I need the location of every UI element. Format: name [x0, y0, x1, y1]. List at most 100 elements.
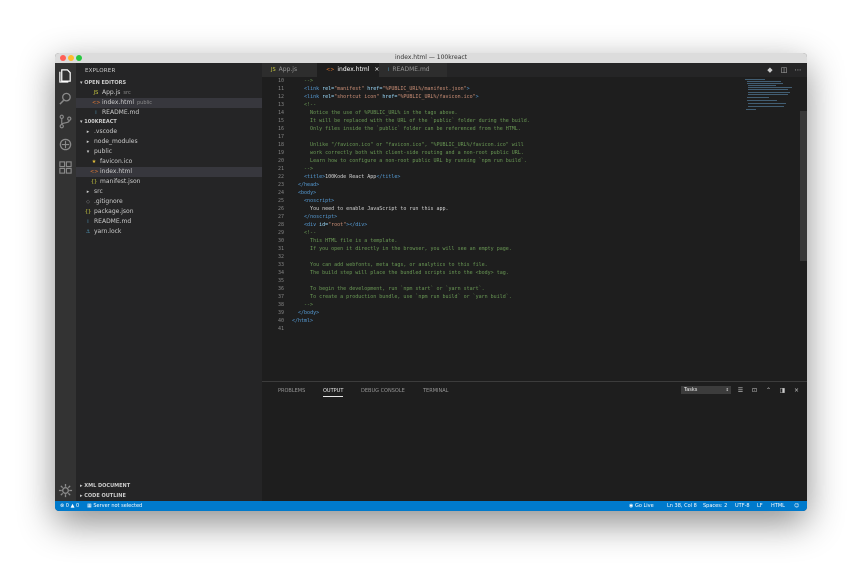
source-control-icon[interactable]	[58, 114, 73, 129]
code-line[interactable]: <div id="root"></div>	[292, 221, 367, 229]
tab-index-html[interactable]: <> index.html ×	[317, 63, 379, 77]
split-panel-icon[interactable]: ◨	[778, 386, 787, 395]
code-line[interactable]: <!--	[292, 101, 316, 109]
line-number: 14	[277, 110, 284, 116]
debug-icon[interactable]	[58, 137, 73, 152]
code-token: "%PUBLIC_URL%/favicon.ico"	[397, 94, 476, 100]
code-area[interactable]: --> <link rel="manifest" href="%PUBLIC_U…	[292, 77, 742, 381]
tree-item[interactable]: ★ favicon.ico	[76, 157, 262, 167]
close-window-button[interactable]	[60, 55, 66, 61]
lock-scroll-icon[interactable]: ⊡	[750, 386, 759, 395]
server-status[interactable]: ▦ Server not selected	[87, 501, 142, 511]
tree-item[interactable]: ▸ .vscode	[76, 127, 262, 137]
code-token: -->	[292, 78, 314, 84]
encoding-status[interactable]: UTF-8	[735, 501, 750, 511]
tree-item[interactable]: {} manifest.json	[76, 177, 262, 187]
code-line[interactable]: You can add webfonts, meta tags, or anal…	[292, 261, 488, 269]
code-token: -->	[292, 166, 314, 172]
go-live-button[interactable]: ◉ Go Live	[629, 501, 654, 511]
problems-status[interactable]: ⊗ 0 ▲ 0	[60, 501, 79, 511]
code-line[interactable]: Notice the use of %PUBLIC_URL% in the ta…	[292, 109, 458, 117]
line-number: 13	[277, 102, 284, 108]
open-editors-header[interactable]: ▾ OPEN EDITORS	[76, 78, 262, 88]
code-line[interactable]: It will be replaced with the URL of the …	[292, 117, 530, 125]
tree-item[interactable]: i README.md	[76, 217, 262, 227]
tree-item-name: manifest.json	[100, 178, 141, 185]
tab-terminal[interactable]: TERMINAL	[423, 386, 448, 396]
code-line[interactable]: To create a production bundle, use `npm …	[292, 293, 512, 301]
code-line[interactable]: <link rel="shortcut icon" href="%PUBLIC_…	[292, 93, 479, 101]
code-token: Unlike "/favicon.ico" or "favicon.ico", …	[292, 142, 524, 148]
tab-output[interactable]: OUTPUT	[323, 386, 344, 397]
line-number: 27	[277, 214, 284, 220]
tree-item[interactable]: ▸ src	[76, 187, 262, 197]
code-line[interactable]: </body>	[292, 309, 319, 317]
code-token: You can add webfonts, meta tags, or anal…	[292, 262, 488, 268]
code-token: <link	[304, 94, 323, 100]
close-icon[interactable]: ×	[792, 386, 801, 395]
code-line[interactable]: </head>	[292, 181, 319, 189]
code-line[interactable]: -->	[292, 165, 313, 173]
project-header[interactable]: ▾ 100KREACT	[76, 117, 262, 127]
code-line[interactable]: <!--	[292, 229, 316, 237]
tree-item[interactable]: ◇ .gitignore	[76, 197, 262, 207]
cursor-position[interactable]: Ln 38, Col 8	[667, 501, 697, 511]
language-mode[interactable]: HTML	[771, 501, 785, 511]
code-line[interactable]: </noscript>	[292, 213, 337, 221]
search-icon[interactable]	[58, 91, 73, 106]
code-editor[interactable]: 10 11 12 13 14 15 16 17 18 19 20 21 22 23 24 25 26 27 28 29…	[262, 77, 807, 381]
files-icon[interactable]	[58, 68, 73, 83]
output-channel-select[interactable]: Tasks ⇕	[681, 386, 731, 394]
line-number: 34	[277, 270, 284, 276]
code-line[interactable]: If you open it directly in the browser, …	[292, 245, 512, 253]
split-editor-icon[interactable]: ◫	[779, 65, 789, 75]
code-line[interactable]: Learn how to configure a non-root public…	[292, 157, 527, 165]
extensions-icon[interactable]	[58, 160, 73, 175]
code-token: rel=	[322, 86, 335, 92]
indentation-status[interactable]: Spaces: 2	[703, 501, 727, 511]
code-line[interactable]: <title>100Kode React App</title>	[292, 173, 400, 181]
minimap[interactable]	[745, 77, 797, 117]
code-line[interactable]: You need to enable JavaScript to run thi…	[292, 205, 449, 213]
open-editor-item[interactable]: JS App.js src	[76, 88, 262, 98]
code-token: href=	[364, 86, 383, 92]
feedback-icon[interactable]: ☺	[794, 501, 799, 511]
tab-problems[interactable]: PROBLEMS	[278, 386, 305, 396]
tree-item[interactable]: ⚓ yarn.lock	[76, 227, 262, 237]
tree-item[interactable]: <> index.html	[76, 167, 262, 177]
open-editor-item[interactable]: <> index.html public	[76, 98, 262, 108]
code-line[interactable]: <link rel="manifest" href="%PUBLIC_URL%/…	[292, 85, 470, 93]
chevron-up-icon[interactable]: ⌃	[764, 386, 773, 395]
eol-status[interactable]: LF	[757, 501, 763, 511]
code-token: </body>	[298, 310, 320, 316]
code-line[interactable]: Only files inside the `public` folder ca…	[292, 125, 521, 133]
clear-output-icon[interactable]: ☰	[736, 386, 745, 395]
tree-item[interactable]: ▾ public	[76, 147, 262, 157]
open-preview-icon[interactable]: ◆	[765, 65, 775, 75]
code-outline-header[interactable]: ▸ CODE OUTLINE	[76, 491, 262, 501]
more-actions-icon[interactable]: ⋯	[793, 65, 803, 75]
xml-document-header[interactable]: ▸ XML DOCUMENT	[76, 481, 262, 491]
code-line[interactable]: Unlike "/favicon.ico" or "favicon.ico", …	[292, 141, 524, 149]
code-line[interactable]: -->	[292, 77, 313, 85]
code-token: <body>	[298, 190, 317, 196]
tab-debug-console[interactable]: DEBUG CONSOLE	[361, 386, 405, 396]
code-line[interactable]: </html>	[292, 317, 313, 325]
code-line[interactable]: <noscript>	[292, 197, 334, 205]
code-line[interactable]: work correctly both with client-side rou…	[292, 149, 524, 157]
tree-item[interactable]: ▸ node_modules	[76, 137, 262, 147]
code-line[interactable]: -->	[292, 301, 313, 309]
code-line[interactable]: This HTML file is a template.	[292, 237, 397, 245]
tab-app-js[interactable]: JS App.js	[262, 63, 317, 77]
gear-icon[interactable]	[58, 483, 73, 498]
minimize-window-button[interactable]	[68, 55, 74, 61]
code-line[interactable]: To begin the development, run `npm start…	[292, 285, 485, 293]
maximize-window-button[interactable]	[76, 55, 82, 61]
tree-item[interactable]: {} package.json	[76, 207, 262, 217]
code-line[interactable]: <body>	[292, 189, 316, 197]
tab-readme-md[interactable]: i README.md	[379, 63, 447, 77]
editor-scrollbar[interactable]	[800, 111, 807, 261]
code-line[interactable]: The build step will place the bundled sc…	[292, 269, 509, 277]
